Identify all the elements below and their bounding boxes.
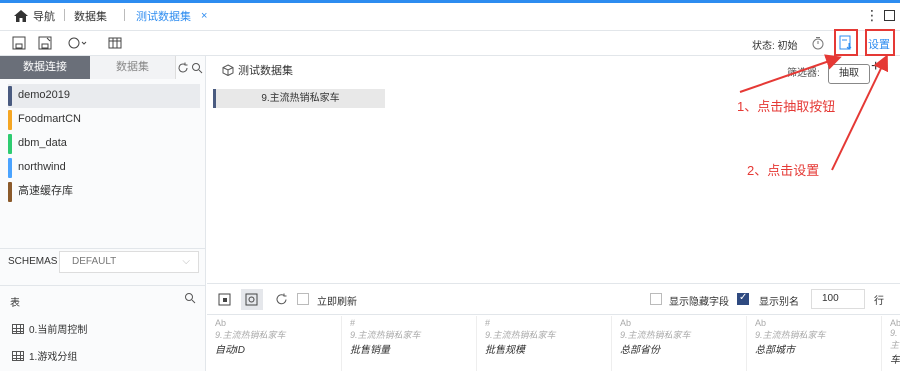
field-source: 9.主 — [890, 328, 900, 350]
column-header[interactable]: Ab 9.主流热销私家车 总部省份 — [612, 316, 747, 371]
column-header[interactable]: Ab 9.主 车 — [882, 316, 900, 371]
show-alias-checkbox[interactable] — [737, 292, 749, 305]
field-name: 批售规模 — [485, 345, 525, 356]
refresh-checkbox[interactable] — [297, 293, 309, 305]
field-name: 总部省份 — [620, 345, 660, 356]
field-source: 9.主流热销私家车 — [485, 330, 556, 340]
preview-panel: 立即刷新 显示隐藏字段 显示别名 100 行 Ab 9.主流热销私家车 自动ID… — [207, 283, 900, 371]
field-type: # — [350, 318, 356, 328]
field-settings-icon[interactable] — [218, 293, 231, 306]
field-name: 车 — [890, 355, 900, 366]
column-header[interactable]: # 9.主流热销私家车 批售规模 — [477, 316, 612, 371]
show-hidden-label: 显示隐藏字段 — [669, 297, 729, 308]
refresh-label: 立即刷新 — [317, 297, 357, 308]
show-hidden-checkbox[interactable] — [650, 293, 662, 305]
rows-input[interactable]: 100 — [811, 289, 865, 309]
field-type: Ab — [890, 318, 900, 328]
field-type: Ab — [215, 318, 227, 328]
field-type: # — [485, 318, 491, 328]
field-name: 自动ID — [215, 345, 245, 356]
field-source: 9.主流热销私家车 — [755, 330, 826, 340]
preview-toggle[interactable] — [241, 289, 263, 310]
field-name: 批售销量 — [350, 345, 390, 356]
column-header[interactable]: # 9.主流热销私家车 批售销量 — [342, 316, 477, 371]
field-type: Ab — [755, 318, 767, 328]
preview-toolbar: 立即刷新 显示隐藏字段 显示别名 100 行 — [207, 284, 900, 315]
preview-icon — [245, 293, 258, 306]
field-name: 总部城市 — [755, 345, 795, 356]
field-source: 9.主流热销私家车 — [350, 330, 421, 340]
arrow-to-settings — [831, 54, 888, 171]
rows-unit: 行 — [874, 296, 884, 307]
column-header[interactable]: Ab 9.主流热销私家车 自动ID — [207, 316, 342, 371]
column-header[interactable]: Ab 9.主流热销私家车 总部城市 — [747, 316, 882, 371]
arrow-to-extract — [739, 54, 842, 93]
field-source: 9.主流热销私家车 — [215, 330, 286, 340]
show-alias-label: 显示别名 — [759, 297, 799, 308]
field-source: 9.主流热销私家车 — [620, 330, 691, 340]
refresh-icon[interactable] — [275, 293, 288, 306]
field-type: Ab — [620, 318, 632, 328]
